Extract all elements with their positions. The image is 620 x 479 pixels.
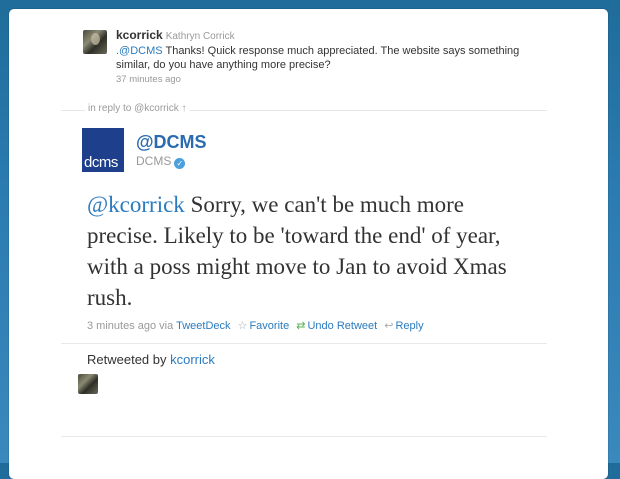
divider <box>61 436 547 437</box>
tweet-handle[interactable]: @DCMS <box>136 132 207 153</box>
reply-screen-name[interactable]: kcorrick <box>116 28 163 42</box>
tweet-name: DCMS <box>136 154 172 168</box>
reply-mention-link[interactable]: .@DCMS <box>116 45 163 57</box>
reply-real-name: Kathryn Corrick <box>165 31 235 42</box>
reply-timestamp[interactable]: 37 minutes ago <box>116 74 181 85</box>
reply-text: Thanks! Quick response much appreciated.… <box>116 45 520 71</box>
undo-retweet-button[interactable]: Undo Retweet <box>307 320 377 332</box>
divider <box>61 343 547 344</box>
retweeted-by-label: Retweeted by <box>87 352 167 367</box>
verified-icon: ✓ <box>174 158 186 169</box>
tweet-meta: 3 minutes ago via TweetDeck ☆ Favorite ⇄ U… <box>87 319 547 332</box>
retweet-icon: ⇄ <box>296 320 306 332</box>
tweet-name-line: DCMS ✓ <box>136 154 186 169</box>
retweeter-avatar[interactable] <box>78 374 98 394</box>
tweet-mention-link[interactable]: @kcorrick <box>87 192 185 217</box>
in-reply-to-link[interactable]: in reply to @kcorrick ↑ <box>85 103 190 114</box>
tweet-timestamp[interactable]: 3 minutes ago <box>87 320 156 332</box>
retweeted-by: Retweeted by kcorrick <box>87 352 215 367</box>
favorite-button[interactable]: Favorite <box>249 320 289 332</box>
star-icon: ☆ <box>237 320 248 332</box>
reply-icon: ↩ <box>384 320 394 332</box>
retweeted-by-user-link[interactable]: kcorrick <box>170 352 215 367</box>
reply-button[interactable]: Reply <box>395 320 423 332</box>
tweet-text: @kcorrick Sorry, we can't be much more p… <box>87 189 537 313</box>
via-tweetdeck-link[interactable]: TweetDeck <box>176 320 230 332</box>
via-label: via <box>159 320 174 332</box>
avatar[interactable] <box>83 30 107 54</box>
dcms-avatar[interactable]: dcms <box>82 128 124 172</box>
dcms-logo-text: dcms <box>84 154 118 171</box>
in-reply-to-divider: in reply to @kcorrick ↑ <box>61 103 547 117</box>
